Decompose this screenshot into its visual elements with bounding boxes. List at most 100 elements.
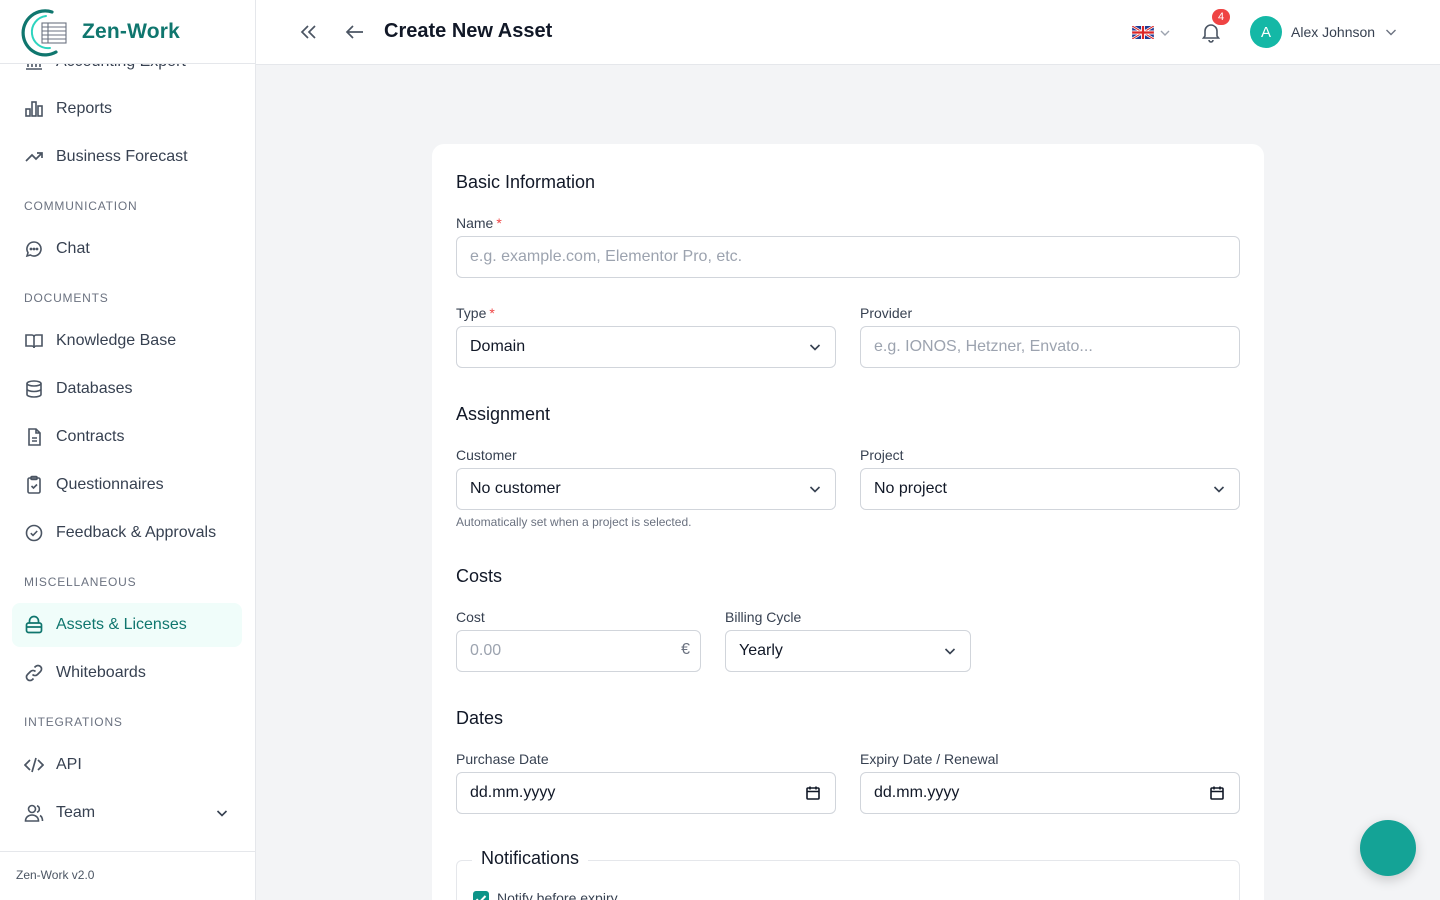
back-arrow-icon[interactable]: [343, 20, 367, 44]
check-icon: [475, 895, 487, 900]
notifications-title: Notifications: [472, 848, 589, 869]
code-icon: [24, 755, 44, 775]
project-select[interactable]: No project: [860, 468, 1240, 510]
assignment-title: Assignment: [456, 404, 551, 424]
sidebar-item-contracts[interactable]: Contracts: [12, 415, 242, 459]
app-logo[interactable]: Zen-Work: [0, 0, 255, 64]
trending-up-icon: [24, 147, 44, 167]
sidebar-item-business-forecast[interactable]: Business Forecast: [12, 135, 242, 179]
sidebar-item-chat[interactable]: Chat: [12, 227, 242, 271]
top-header: Create New Asset 4 A Alex Johnson: [256, 0, 1440, 65]
app-name: Zen-Work: [82, 19, 181, 43]
clipboard-check-icon: [24, 475, 44, 495]
provider-input[interactable]: e.g. IONOS, Hetzner, Envato...: [860, 326, 1240, 368]
link-icon: [24, 663, 44, 683]
sidebar-item-team[interactable]: Team: [12, 791, 242, 835]
sidebar-item-label: Business Forecast: [56, 148, 188, 165]
user-name[interactable]: Alex Johnson: [1291, 24, 1375, 40]
customer-label: Customer: [456, 447, 517, 463]
chevron-down-icon[interactable]: [214, 805, 230, 821]
costs-title: Costs: [456, 566, 503, 586]
bar-chart-icon: [24, 99, 44, 119]
currency-symbol: €: [681, 641, 690, 658]
sidebar-item-label: Chat: [56, 240, 90, 257]
section-communication: COMMUNICATION: [24, 199, 138, 213]
calendar-icon[interactable]: [805, 785, 821, 801]
check-circle-icon: [24, 523, 44, 543]
create-asset-form: Basic Information Name * e.g. example.com…: [432, 144, 1264, 900]
name-input[interactable]: e.g. example.com, Elementor Pro, etc.: [456, 236, 1240, 278]
sidebar-item-reports[interactable]: Reports: [12, 87, 242, 131]
name-label: Name *: [456, 215, 502, 231]
type-label: Type *: [456, 305, 495, 321]
expiry-date-label: Expiry Date / Renewal: [860, 751, 999, 767]
notify-label: Notify before expiry: [497, 890, 618, 900]
section-documents: DOCUMENTS: [24, 291, 109, 305]
sidebar-item-feedback-approvals[interactable]: Feedback & Approvals: [12, 511, 242, 555]
sidebar-item-label: Databases: [56, 380, 133, 397]
customer-help-text: Automatically set when a project is sele…: [456, 515, 692, 529]
provider-label: Provider: [860, 305, 913, 321]
avatar[interactable]: A: [1250, 16, 1282, 48]
sidebar-item-label: Questionnaires: [56, 476, 164, 493]
sidebar-item-label: Reports: [56, 100, 113, 117]
cost-label: Cost: [456, 609, 485, 625]
type-select[interactable]: Domain: [456, 326, 836, 368]
sidebar-item-databases[interactable]: Databases: [12, 367, 242, 411]
users-icon: [24, 803, 44, 823]
cost-input[interactable]: 0.00 €: [456, 630, 701, 672]
expiry-date-input[interactable]: dd.mm.yyyy: [860, 772, 1240, 814]
billing-cycle-select[interactable]: Yearly: [725, 630, 971, 672]
floating-action-button[interactable]: [1360, 820, 1416, 876]
sidebar-item-questionnaires[interactable]: Questionnaires: [12, 463, 242, 507]
user-menu-chevron-icon[interactable]: [1384, 25, 1398, 39]
language-chevron-icon[interactable]: [1159, 26, 1171, 38]
type-label-text: Type: [456, 305, 487, 321]
sidebar-item-api[interactable]: API: [12, 743, 242, 787]
uk-flag-icon[interactable]: [1131, 24, 1155, 41]
document-icon: [24, 427, 44, 447]
name-label-text: Name: [456, 215, 494, 231]
purchase-date-input[interactable]: dd.mm.yyyy: [456, 772, 836, 814]
project-label: Project: [860, 447, 904, 463]
customer-select[interactable]: No customer: [456, 468, 836, 510]
sidebar-item-knowledge-base[interactable]: Knowledge Base: [12, 319, 242, 363]
notify-checkbox[interactable]: [473, 891, 489, 900]
purchase-date-label: Purchase Date: [456, 751, 549, 767]
zen-work-logo-icon: [18, 6, 70, 58]
sidebar-item-label: Assets & Licenses: [56, 616, 187, 633]
collapse-sidebar-icon[interactable]: [296, 20, 320, 44]
purchase-date-value: dd.mm.yyyy: [470, 784, 556, 801]
required-marker: *: [489, 305, 495, 321]
lock-icon: [24, 615, 44, 635]
chevron-down-icon: [1211, 481, 1227, 497]
sidebar-item-label: Team: [56, 804, 96, 821]
section-miscellaneous: MISCELLANEOUS: [24, 575, 137, 589]
sidebar-item-label: API: [56, 756, 82, 773]
calendar-icon[interactable]: [1209, 785, 1225, 801]
sidebar: Accounting Export Reports Business Forec…: [0, 0, 256, 900]
page-title: Create New Asset: [384, 20, 553, 42]
billing-cycle-label: Billing Cycle: [725, 609, 802, 625]
chevron-down-icon: [807, 481, 823, 497]
cost-placeholder: 0.00: [470, 642, 502, 659]
app-version: Zen-Work v2.0: [0, 851, 255, 900]
notification-badge: 4: [1210, 7, 1232, 27]
dates-title: Dates: [456, 708, 504, 728]
database-icon: [24, 379, 44, 399]
project-select-value: No project: [874, 480, 947, 497]
sidebar-item-label: Knowledge Base: [56, 332, 177, 349]
billing-cycle-value: Yearly: [739, 642, 783, 659]
expiry-date-value: dd.mm.yyyy: [874, 784, 960, 801]
sidebar-item-whiteboards[interactable]: Whiteboards: [12, 651, 242, 695]
section-integrations: INTEGRATIONS: [24, 715, 123, 729]
sidebar-item-label: Contracts: [56, 428, 125, 445]
required-marker: *: [496, 215, 502, 231]
basic-information-title: Basic Information: [456, 172, 596, 192]
chevron-down-icon: [942, 643, 958, 659]
sidebar-nav: Accounting Export Reports Business Forec…: [0, 0, 255, 850]
book-open-icon: [24, 331, 44, 351]
customer-select-value: No customer: [470, 480, 561, 497]
sidebar-item-label: Whiteboards: [56, 664, 146, 681]
sidebar-item-assets-licenses[interactable]: Assets & Licenses: [12, 603, 242, 647]
